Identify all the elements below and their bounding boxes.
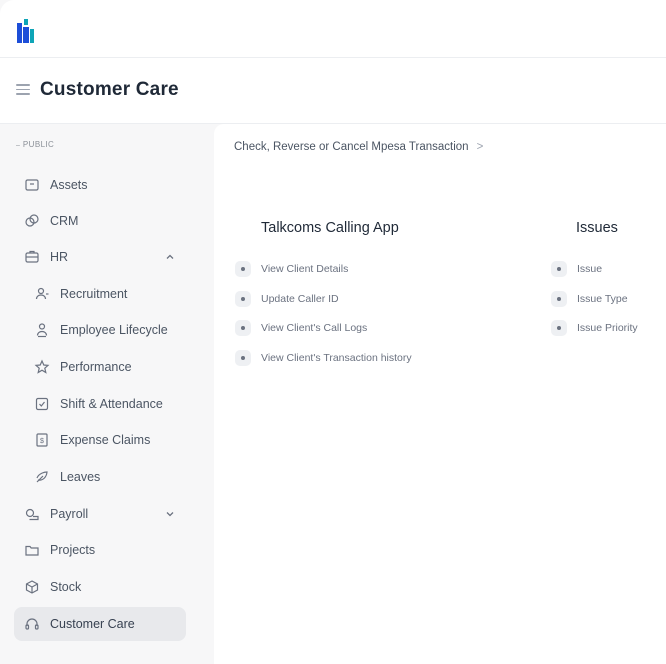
link-view-transaction-history[interactable]: View Client's Transaction history — [235, 350, 412, 366]
crm-icon — [24, 213, 40, 229]
sidebar-item-label: Customer Care — [50, 617, 135, 631]
bullet-dot-icon — [551, 291, 567, 307]
page-title: Customer Care — [40, 79, 179, 100]
sidebar-item-shift-attendance[interactable]: Shift & Attendance — [24, 387, 186, 421]
recruitment-icon — [34, 286, 50, 302]
sidebar-item-assets[interactable]: Assets — [14, 168, 186, 202]
sidebar-item-stock[interactable]: Stock — [14, 570, 186, 604]
folder-icon — [24, 542, 40, 558]
sidebar-item-projects[interactable]: Projects — [14, 533, 186, 567]
sidebar-section-label: – PUBLIC — [16, 140, 55, 149]
sidebar-item-crm[interactable]: CRM — [14, 204, 186, 238]
sidebar-item-label: Shift & Attendance — [60, 397, 163, 411]
bullet-dot-icon — [235, 350, 251, 366]
sidebar-item-label: Payroll — [50, 507, 89, 521]
sidebar-item-label: HR — [50, 250, 69, 264]
svg-text:$: $ — [40, 438, 44, 445]
sidebar-item-label: Expense Claims — [60, 433, 151, 447]
sidebar-item-recruitment[interactable]: Recruitment — [24, 277, 186, 311]
link-label[interactable]: Issue — [577, 263, 602, 275]
sidebar-item-label: Recruitment — [60, 287, 128, 301]
hamburger-menu-icon[interactable] — [16, 84, 30, 96]
sidebar-item-label: CRM — [50, 214, 79, 228]
bullet-dot-icon — [235, 261, 251, 277]
chevron-up-icon[interactable] — [164, 251, 176, 263]
card-title-issues: Issues — [576, 220, 618, 236]
card-title-talkcoms: Talkcoms Calling App — [261, 220, 399, 236]
sidebar-item-label: Employee Lifecycle — [60, 323, 168, 337]
sidebar-item-label: Performance — [60, 360, 132, 374]
attendance-icon — [34, 396, 50, 412]
chevron-down-icon[interactable] — [164, 508, 176, 520]
link-label[interactable]: Update Caller ID — [261, 293, 339, 305]
link-view-call-logs[interactable]: View Client's Call Logs — [235, 320, 367, 336]
link-update-caller-id[interactable]: Update Caller ID — [235, 291, 339, 307]
sidebar-item-performance[interactable]: Performance — [24, 350, 186, 384]
bullet-dot-icon — [235, 320, 251, 336]
asset-icon — [24, 177, 40, 193]
sidebar-item-label: Projects — [50, 543, 96, 557]
payroll-icon — [24, 506, 40, 522]
link-label[interactable]: View Client's Transaction history — [261, 352, 412, 364]
star-icon — [34, 359, 50, 375]
link-issue-priority[interactable]: Issue Priority — [551, 320, 638, 336]
main-content — [214, 124, 666, 664]
link-label[interactable]: View Client's Call Logs — [261, 322, 367, 334]
company-logo-icon[interactable] — [17, 19, 34, 43]
link-label[interactable]: Issue Priority — [577, 322, 638, 334]
bullet-dot-icon — [551, 261, 567, 277]
breadcrumb-separator: > — [476, 141, 484, 153]
headset-icon — [24, 616, 40, 632]
sidebar-item-expense-claims[interactable]: $ Expense Claims — [24, 423, 186, 457]
hr-icon — [24, 249, 40, 265]
breadcrumb-label[interactable]: Check, Reverse or Cancel Mpesa Transacti… — [234, 141, 469, 153]
sidebar-item-leaves[interactable]: Leaves — [24, 460, 186, 494]
breadcrumb[interactable]: Check, Reverse or Cancel Mpesa Transacti… — [234, 141, 483, 153]
bullet-dot-icon — [235, 291, 251, 307]
top-navbar — [0, 0, 666, 58]
leaves-icon — [34, 469, 50, 485]
link-issue-type[interactable]: Issue Type — [551, 291, 628, 307]
link-view-client-details[interactable]: View Client Details — [235, 261, 348, 277]
sidebar-item-label: Leaves — [60, 470, 101, 484]
stock-icon — [24, 579, 40, 595]
employee-icon — [34, 322, 50, 338]
sidebar-item-hr[interactable]: HR — [14, 240, 186, 274]
sidebar-item-label: Assets — [50, 178, 88, 192]
link-label[interactable]: View Client Details — [261, 263, 348, 275]
sidebar-item-employee-lifecycle[interactable]: Employee Lifecycle — [24, 313, 186, 347]
app-window: Customer Care – PUBLIC Assets CRM HR Rec… — [0, 0, 666, 664]
sidebar-item-payroll[interactable]: Payroll — [14, 497, 186, 531]
sidebar-item-label: Stock — [50, 580, 82, 594]
expense-icon: $ — [34, 432, 50, 448]
link-label[interactable]: Issue Type — [577, 293, 628, 305]
sidebar-item-customer-care[interactable]: Customer Care — [14, 607, 186, 641]
link-issue[interactable]: Issue — [551, 261, 602, 277]
bullet-dot-icon — [551, 320, 567, 336]
